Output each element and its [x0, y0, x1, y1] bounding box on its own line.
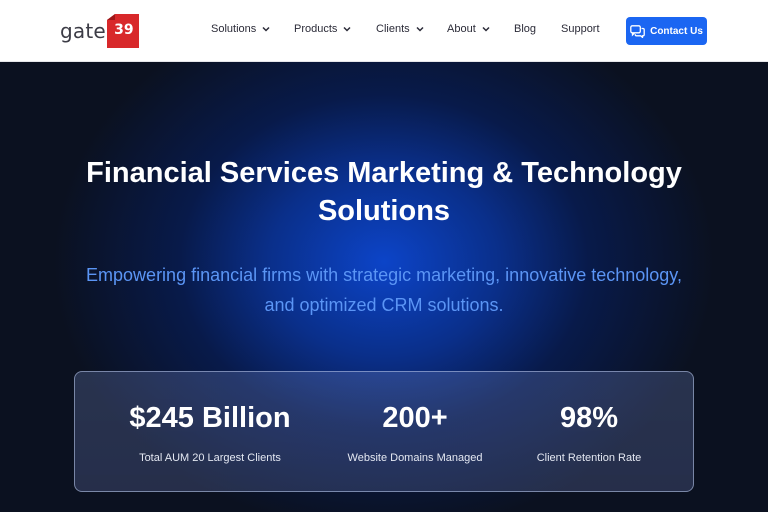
chevron-down-icon [416, 26, 424, 32]
chevron-down-icon [343, 26, 351, 32]
hero-subtitle: Empowering financial firms with strategi… [40, 260, 728, 320]
hero-title-line-1: Financial Services Marketing & Technolog… [86, 157, 682, 189]
stat-value: 98% [559, 402, 619, 434]
stat-label: Client Retention Rate [536, 452, 642, 464]
chevron-down-icon [482, 26, 490, 32]
nav-item-about[interactable]: About [447, 23, 491, 35]
contact-us-label: Contact Us [650, 25, 703, 37]
stats-panel: $245 Billion Total AUM 20 Largest Client… [74, 371, 694, 492]
nav-item-blog[interactable]: Blog [514, 23, 536, 35]
brand-logo[interactable]: gate 39 [60, 14, 139, 48]
hero-subtitle-line-1: Empowering financial firms with strategi… [86, 265, 682, 285]
chat-bubbles-icon [630, 24, 645, 38]
nav-item-label: Products [294, 23, 338, 35]
brand-badge: 39 [106, 14, 139, 48]
stat-value: 200+ [382, 402, 448, 434]
nav-item-label: Blog [514, 23, 537, 35]
nav-item-label: About [447, 23, 476, 35]
nav-item-support[interactable]: Support [561, 23, 600, 35]
hero-title: Financial Services Marketing & Technolog… [40, 154, 728, 230]
stat-retention: 98% Client Retention Rate [499, 372, 679, 493]
stat-label: Website Domains Managed [347, 452, 483, 464]
stat-domains: 200+ Website Domains Managed [315, 372, 515, 493]
site-header: gate 39 Solutions Products Clients About… [0, 0, 768, 62]
hero-subtitle-line-2: and optimized CRM solutions. [264, 295, 504, 315]
nav-item-clients[interactable]: Clients [376, 23, 425, 35]
nav-item-label: Support [561, 23, 600, 35]
nav-item-solutions[interactable]: Solutions [211, 23, 271, 35]
chevron-down-icon [262, 26, 270, 32]
brand-name: gate [60, 19, 106, 43]
stat-aum: $245 Billion Total AUM 20 Largest Client… [95, 372, 325, 493]
nav-item-label: Solutions [211, 23, 257, 35]
contact-us-button[interactable]: Contact Us [626, 17, 707, 45]
stat-value: $245 Billion [129, 402, 291, 434]
nav-item-products[interactable]: Products [294, 23, 352, 35]
hero-title-line-2: Solutions [317, 195, 451, 227]
stat-label: Total AUM 20 Largest Clients [139, 452, 281, 464]
brand-number: 39 [114, 22, 134, 38]
hero-section: Financial Services Marketing & Technolog… [0, 62, 768, 512]
nav-item-label: Clients [376, 23, 410, 35]
